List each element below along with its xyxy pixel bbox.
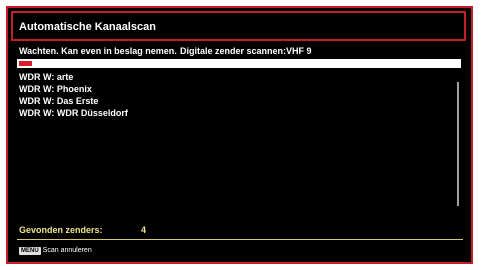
channel-list-item: WDR W: Phoenix (19, 84, 92, 94)
digital-scan-status: Digitale zender scannen:VHF 9 (180, 46, 312, 56)
channel-list-item: WDR W: Das Erste (19, 96, 99, 106)
channel-list-item: WDR W: arte (19, 72, 74, 82)
footer-divider (17, 239, 463, 240)
menu-key-badge[interactable]: MENU (19, 247, 41, 255)
tv-screen: Automatische Kanaalscan Wachten. Kan eve… (0, 0, 481, 270)
scan-progress-fill (19, 61, 33, 66)
dialog-title: Automatische Kanaalscan (19, 21, 156, 33)
channel-list-scrollbar[interactable] (457, 82, 459, 206)
found-channel-list: WDR W: arte WDR W: Phoenix WDR W: Das Er… (19, 71, 128, 119)
footer-hint: MENU Scan annuleren (19, 245, 92, 257)
scan-progress-bar (17, 59, 461, 68)
waiting-message: Wachten. Kan even in beslag nemen. (19, 46, 177, 56)
cancel-scan-label: Scan annuleren (42, 247, 92, 254)
found-channels-count: 4 (141, 225, 147, 235)
channel-list-item: WDR W: WDR Düsseldorf (19, 108, 128, 118)
found-channels-label: Gevonden zenders: (19, 225, 103, 235)
